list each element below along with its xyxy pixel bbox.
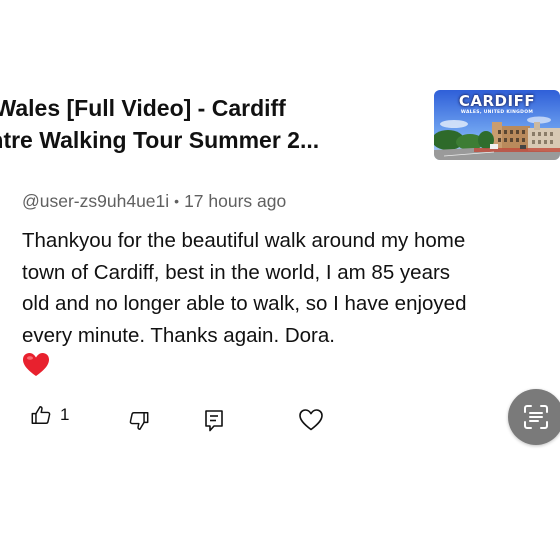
text-scan-button[interactable] [508, 389, 560, 445]
thumbnail-title: CARDIFF [458, 92, 536, 110]
thumbs-down-icon [129, 412, 149, 430]
dislike-button[interactable] [128, 406, 150, 436]
video-title[interactable]: iff, Wales [Full Video] - Cardiff Centre… [0, 92, 430, 156]
comment-time: 17 hours ago [184, 191, 287, 211]
comment-line-1: Thankyou for the beautiful walk around m… [22, 229, 466, 252]
comment-line-2: town of Cardiff, best in the world, I am… [22, 260, 451, 284]
comment-meta: @user-zs9uh4ue1i • 17 hours ago [22, 191, 286, 212]
red-heart-emoji-icon [23, 353, 49, 376]
heart-outline-icon [299, 409, 323, 431]
video-thumbnail[interactable]: CARDIFF WALES, UNITED KINGDOM [434, 90, 560, 160]
like-count: 1 [60, 405, 70, 424]
text-scan-icon [524, 405, 548, 429]
reply-button[interactable] [204, 406, 226, 436]
comment-line-4: every minute. Thanks again. Dora. [22, 323, 335, 347]
thumbnail-subtitle: WALES, UNITED KINGDOM [460, 110, 534, 115]
thumbs-up-icon [31, 406, 51, 424]
comment-line-3: old and no longer able to walk, so I hav… [22, 292, 467, 315]
meta-separator: • [174, 193, 180, 209]
comment-text: Thankyou for the beautiful walk around m… [22, 225, 552, 351]
video-title-line-2: Centre Walking Tour Summer 2... [0, 127, 320, 153]
video-title-line-1: iff, Wales [Full Video] - Cardiff [0, 95, 286, 121]
heart-button[interactable] [298, 405, 324, 435]
reply-comment-icon [205, 410, 223, 432]
like-button[interactable]: 1 [30, 400, 69, 430]
comment-author[interactable]: @user-zs9uh4ue1i [22, 191, 169, 211]
comment-detail-screen: iff, Wales [Full Video] - Cardiff Centre… [0, 0, 560, 560]
